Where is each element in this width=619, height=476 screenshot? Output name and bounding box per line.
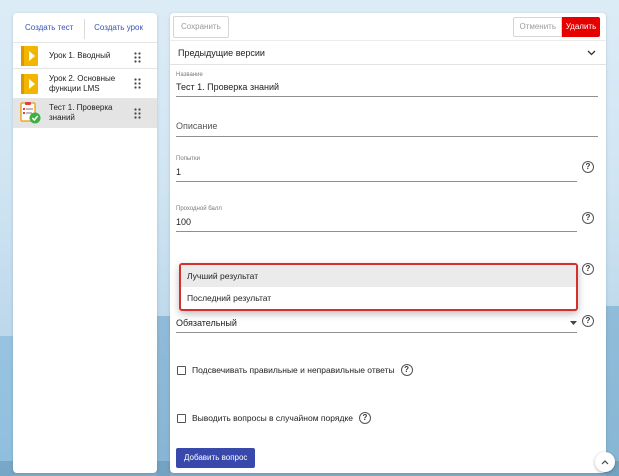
- question-circle-icon[interactable]: ?: [400, 364, 413, 376]
- question-circle-icon[interactable]: ?: [582, 161, 594, 173]
- save-button[interactable]: Сохранить: [173, 16, 229, 38]
- question-circle-icon[interactable]: ?: [359, 412, 371, 424]
- requirement-underline: [176, 332, 577, 333]
- test-editor-panel: Сохранить Отменить Удалить Предыдущие ве…: [170, 13, 606, 473]
- sidebar-item-label: Урок 2. Основные функции LMS: [49, 73, 116, 93]
- test-checklist-icon: [19, 102, 41, 124]
- question-circle-icon[interactable]: ?: [582, 263, 594, 275]
- question-circle-icon[interactable]: ?: [582, 315, 594, 327]
- passing-score-underline: [176, 231, 577, 232]
- drag-handle-icon[interactable]: [134, 78, 141, 89]
- attempts-underline: [176, 181, 577, 182]
- dropdown-option-best-result[interactable]: Лучший результат: [181, 265, 576, 287]
- sidebar-item-test-1[interactable]: Тест 1. Проверка знаний: [13, 99, 157, 128]
- delete-button[interactable]: Удалить: [562, 17, 600, 37]
- passing-score-label: Проходной балл: [176, 206, 222, 212]
- create-actions: Создать тест Создать урок: [13, 13, 157, 43]
- requirement-value: Обязательный: [176, 318, 237, 328]
- chevron-down-icon: [587, 50, 596, 55]
- scroll-to-top-button[interactable]: [595, 452, 615, 472]
- highlight-answers-checkbox[interactable]: [177, 365, 186, 375]
- sidebar-item-label: Урок 1. Вводный: [49, 50, 111, 60]
- divider: [84, 19, 85, 39]
- course-structure-panel: Создать тест Создать урок Урок 1. Вводны…: [13, 13, 157, 473]
- description-field[interactable]: Описание: [176, 121, 598, 137]
- description-underline: [176, 136, 598, 137]
- editor-toolbar: Сохранить Отменить Удалить: [170, 13, 606, 41]
- highlight-answers-option[interactable]: Подсвечивать правильные и неправильные о…: [177, 364, 413, 376]
- drag-handle-icon[interactable]: [134, 52, 141, 63]
- caret-down-icon: [570, 321, 577, 325]
- question-circle-icon[interactable]: ?: [582, 212, 594, 224]
- sidebar-item-label: Тест 1. Проверка знаний: [49, 103, 113, 122]
- sidebar-item-lesson-2[interactable]: Урок 2. Основные функции LMS: [13, 69, 157, 99]
- create-test-button[interactable]: Создать тест: [25, 23, 73, 32]
- passing-score-field[interactable]: Проходной балл 100: [176, 206, 577, 232]
- lesson-book-icon: [19, 45, 41, 67]
- requirement-select[interactable]: Обязательный: [176, 318, 577, 333]
- create-lesson-button[interactable]: Создать урок: [94, 23, 143, 32]
- cancel-button[interactable]: Отменить: [513, 17, 562, 37]
- name-value: Тест 1. Проверка знаний: [176, 82, 280, 92]
- chevron-up-icon: [601, 459, 609, 464]
- passing-score-value: 100: [176, 217, 192, 227]
- sidebar-item-lesson-1[interactable]: Урок 1. Вводный: [13, 43, 157, 69]
- random-order-label: Выводить вопросы в случайном порядке: [192, 413, 353, 423]
- previous-versions-accordion[interactable]: Предыдущие версии: [170, 41, 606, 65]
- previous-versions-label: Предыдущие версии: [178, 47, 265, 58]
- random-order-option[interactable]: Выводить вопросы в случайном порядке ?: [177, 412, 371, 424]
- add-question-button[interactable]: Добавить вопрос: [176, 448, 256, 468]
- dropdown-option-last-result[interactable]: Последний результат: [181, 287, 576, 309]
- attempts-label: Попытки: [176, 156, 200, 162]
- result-select-dropdown: Лучший результат Последний результат: [179, 263, 578, 311]
- highlight-answers-label: Подсвечивать правильные и неправильные о…: [192, 365, 395, 375]
- name-underline: [176, 96, 598, 97]
- name-field[interactable]: Название Тест 1. Проверка знаний: [176, 72, 598, 97]
- attempts-field[interactable]: Попытки 1: [176, 156, 577, 182]
- random-order-checkbox[interactable]: [177, 413, 186, 423]
- description-placeholder: Описание: [176, 121, 218, 131]
- drag-handle-icon[interactable]: [134, 108, 141, 119]
- name-label: Название: [176, 72, 203, 78]
- lesson-book-icon: [19, 73, 41, 95]
- attempts-value: 1: [176, 167, 182, 177]
